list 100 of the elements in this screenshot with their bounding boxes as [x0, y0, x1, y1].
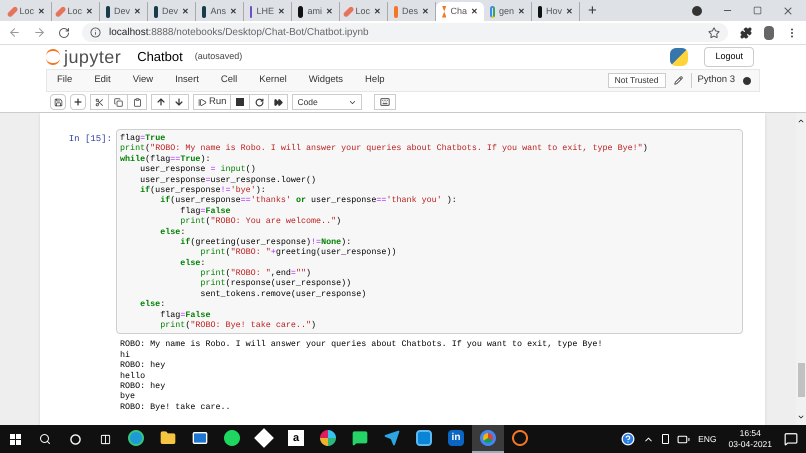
- url-text: localhost:8888/notebooks/Desktop/Chat-Bot/Chatbot.ipynb: [109, 26, 369, 40]
- bookmark-star-icon[interactable]: [708, 26, 720, 38]
- close-icon[interactable]: ✕: [38, 6, 45, 18]
- chrome-icon: [480, 430, 496, 446]
- scroll-thumb[interactable]: [798, 363, 804, 397]
- plus-icon: [73, 97, 83, 107]
- cell-type-select[interactable]: Code: [292, 94, 362, 110]
- tab-title: Ans: [210, 4, 226, 18]
- new-tab-button[interactable]: +: [580, 2, 605, 21]
- tab-title: Dev: [114, 4, 130, 18]
- close-icon[interactable]: [782, 4, 794, 16]
- close-icon[interactable]: ✕: [374, 6, 381, 18]
- menu-item[interactable]: Kernel: [248, 73, 298, 88]
- stop-button[interactable]: [231, 94, 250, 110]
- copy-icon: [114, 98, 122, 106]
- code-line: print("ROBO: ",end=""): [199, 268, 312, 278]
- run-button[interactable]: Run: [193, 94, 232, 110]
- move-up-button[interactable]: [151, 94, 170, 110]
- avatar-icon[interactable]: [764, 26, 774, 40]
- code-line: print("ROBO: "+greeting(user_response)): [200, 247, 398, 258]
- close-icon[interactable]: ✕: [566, 6, 573, 18]
- device-icon[interactable]: [662, 434, 670, 444]
- jupyter-logo-text[interactable]: jupyter: [64, 48, 122, 66]
- battery-icon[interactable]: [677, 432, 690, 446]
- profile-icon[interactable]: [692, 6, 702, 16]
- menu-item[interactable]: Edit: [83, 73, 122, 88]
- output-line: bye: [120, 391, 136, 402]
- save-button[interactable]: [50, 94, 66, 110]
- arrow-down-icon: [174, 97, 184, 107]
- close-icon[interactable]: ✕: [471, 6, 478, 18]
- code-line: if(user_response!='bye'):: [139, 184, 267, 196]
- close-icon[interactable]: ✕: [86, 6, 93, 18]
- tab-title: ami: [307, 4, 322, 18]
- close-icon[interactable]: ✕: [134, 6, 141, 18]
- kernel-status-icon: [743, 76, 751, 84]
- keyboard-button[interactable]: [374, 94, 396, 110]
- circle-icon[interactable]: [70, 434, 80, 444]
- amazon-icon: a: [288, 430, 304, 446]
- code-line: if(greeting(user_response)!=None):: [179, 236, 352, 248]
- menu-item[interactable]: Help: [354, 73, 396, 88]
- help-icon[interactable]: [621, 432, 636, 446]
- code-line: print("ROBO: My name is Robo. I will answer your queries about Chatbots. If you want to exit, type Bye!"): [120, 143, 649, 154]
- code-line: print("ROBO: You are welcome.."): [180, 216, 342, 227]
- tab-title: Dev: [162, 4, 178, 18]
- close-icon[interactable]: ✕: [422, 6, 430, 18]
- clock-time[interactable]: 16:54: [740, 428, 761, 439]
- close-icon[interactable]: ✕: [326, 6, 333, 18]
- browser-tab[interactable]: Cha ✕: [436, 2, 484, 21]
- scissors-icon: [95, 98, 104, 106]
- code-cell[interactable]: [116, 129, 743, 334]
- menu-item[interactable]: View: [122, 73, 164, 88]
- output-line: ROBO: hey: [120, 360, 166, 371]
- scroll-down-icon[interactable]: [797, 413, 805, 421]
- notification-icon[interactable]: [784, 432, 798, 446]
- language-indicator[interactable]: ENG: [698, 432, 717, 446]
- info-icon: [90, 27, 101, 38]
- back-icon[interactable]: [8, 26, 21, 39]
- extensions-icon[interactable]: [740, 26, 752, 38]
- copy-button[interactable]: [109, 94, 128, 110]
- clock-date[interactable]: 03-04-2021: [728, 439, 772, 450]
- menu-item[interactable]: File: [47, 73, 84, 88]
- menu-item[interactable]: Insert: [164, 73, 210, 88]
- insert-cell-button[interactable]: [70, 94, 86, 110]
- menu-item[interactable]: Widgets: [298, 73, 354, 88]
- search-icon[interactable]: [39, 433, 51, 445]
- close-icon[interactable]: ✕: [230, 6, 237, 18]
- tab-title: Cha: [450, 4, 467, 18]
- paste-button[interactable]: [128, 94, 147, 110]
- code-line: while(flag==True):: [120, 154, 212, 164]
- windows-logo-icon[interactable]: [10, 434, 20, 444]
- restart-button[interactable]: [250, 94, 270, 110]
- maximize-icon[interactable]: [753, 6, 762, 15]
- jupyter-logo-icon: [46, 49, 60, 65]
- menu-item[interactable]: Cell: [210, 73, 248, 88]
- taskbar-app[interactable]: in: [440, 425, 472, 453]
- move-down-button[interactable]: [170, 94, 189, 110]
- save-icon: [54, 98, 62, 106]
- mail-icon: [192, 430, 208, 446]
- taskbar-app[interactable]: [472, 425, 504, 453]
- close-icon[interactable]: ✕: [278, 6, 285, 18]
- notebook-title[interactable]: Chatbot: [137, 47, 183, 67]
- trust-indicator[interactable]: Not Trusted: [608, 73, 666, 88]
- taskbar-app[interactable]: a: [280, 425, 312, 453]
- kernel-name: Python 3: [690, 73, 735, 88]
- close-icon[interactable]: ✕: [182, 6, 189, 18]
- logout-button[interactable]: Logout: [704, 47, 754, 67]
- output-line: ROBO: hey: [120, 381, 166, 392]
- pencil-icon[interactable]: [674, 76, 682, 85]
- tab-title: LHE: [256, 4, 274, 18]
- tab-title: Loc: [355, 4, 370, 18]
- forward-icon[interactable]: [33, 26, 46, 39]
- reload-icon[interactable]: [58, 26, 70, 38]
- step-icon: [198, 98, 207, 106]
- cut-button[interactable]: [90, 94, 109, 110]
- scroll-up-icon[interactable]: [797, 117, 805, 125]
- task-view-icon[interactable]: [100, 434, 110, 444]
- address-bar[interactable]: localhost:8888/notebooks/Desktop/Chat-Bot/Chatbot.ipynb: [82, 23, 728, 42]
- run-all-button[interactable]: [269, 94, 288, 110]
- tab-title: gen: [498, 4, 514, 18]
- close-icon[interactable]: ✕: [518, 6, 525, 18]
